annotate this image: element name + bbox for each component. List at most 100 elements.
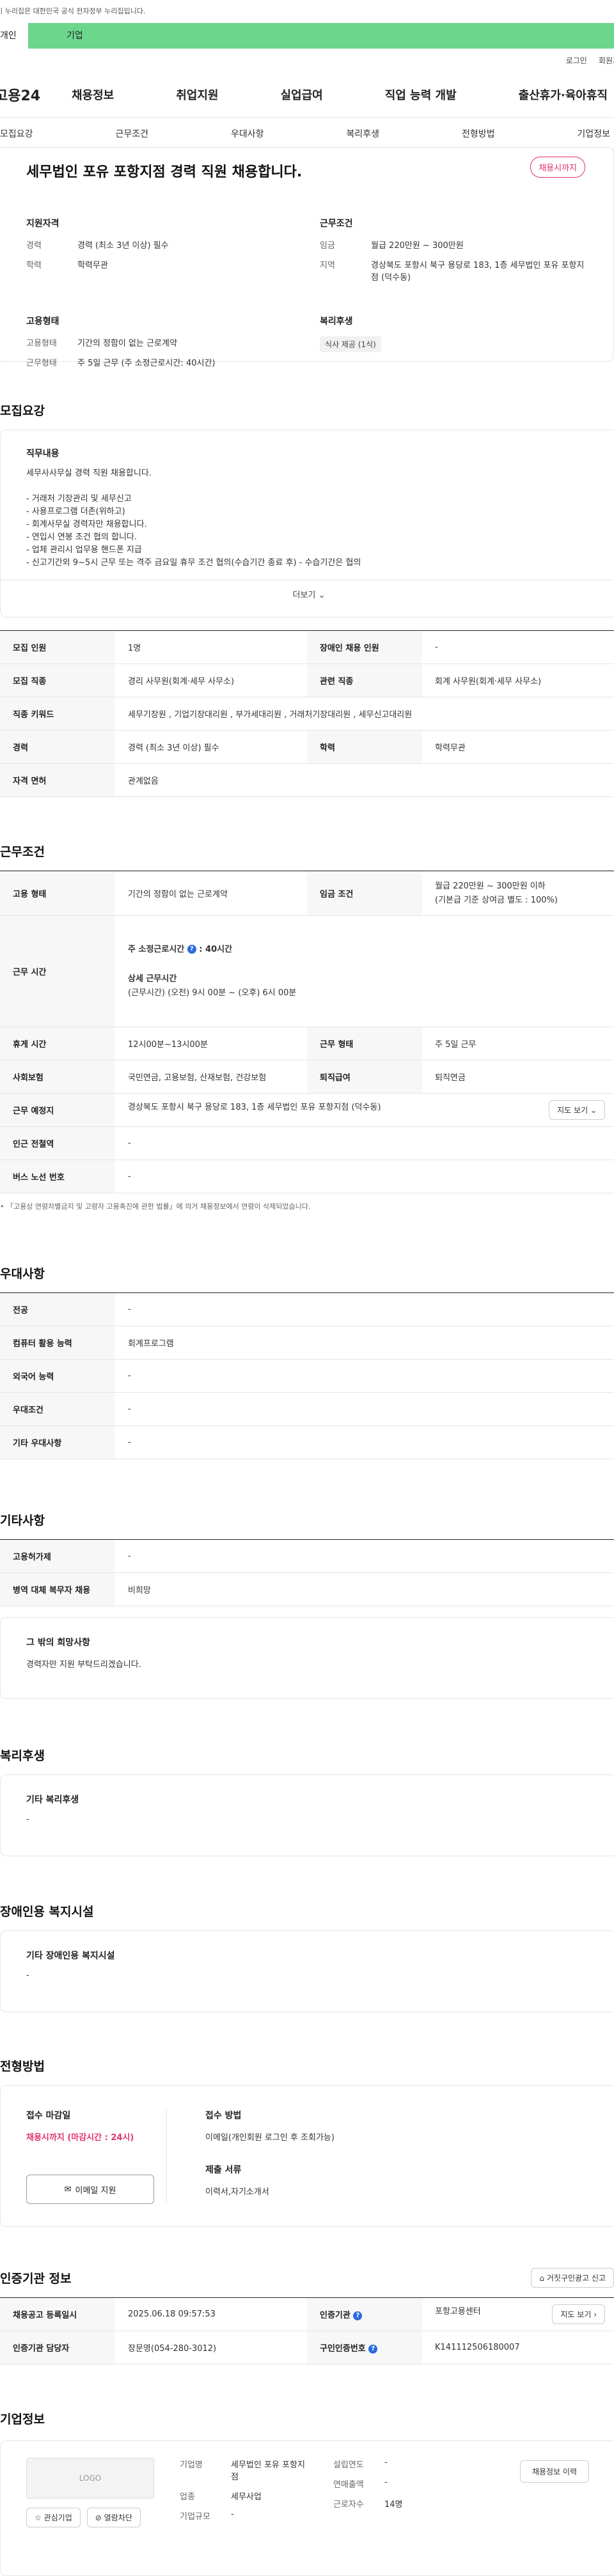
- gnb-item-employment-support[interactable]: 취업지원: [176, 86, 218, 103]
- row-value: 관계없음: [115, 763, 614, 797]
- history-button[interactable]: 채용정보 이력: [519, 2460, 589, 2483]
- info-icon[interactable]: ?: [187, 945, 196, 954]
- agency-key-cell: 인증기관 ?: [307, 2297, 422, 2331]
- pref-table: 전공 - 컴퓨터 활용 능력 회계프로그램 외국어 능력 - 우대조건 - 기타 우대사…: [0, 1292, 614, 1459]
- row-value: -: [115, 1539, 614, 1573]
- site-logo[interactable]: 고용24: [0, 84, 72, 105]
- tab-recruit[interactable]: 모집요강: [0, 127, 33, 140]
- row-value: 경력 (최소 3년 이상) 필수: [115, 730, 307, 764]
- row-value: 장문영(054-280-3012): [115, 2331, 307, 2364]
- agency-table: 채용공고 등록일시 2025.06.18 09:57:53 인증기관 ? 포항고용센터…: [0, 2297, 614, 2364]
- row-key: 채용공고 등록일시: [0, 2297, 115, 2331]
- wage-value: 월급 220만원 ~ 300만원: [371, 241, 464, 251]
- row-value: -: [384, 2458, 388, 2467]
- block-label: 열람차단: [104, 2513, 132, 2522]
- qualification-title: 지원자격: [26, 219, 59, 229]
- row-key: 인근 전철역: [0, 1126, 115, 1160]
- welfare-section-title: 복리후생: [0, 1749, 45, 1763]
- section-tabs: 모집요강 근무조건 우대사항 복리후생 전형방법 기업정보: [0, 118, 614, 150]
- gnb-item-unemployment[interactable]: 실업급여: [281, 86, 323, 103]
- duty-title: 직무내용: [26, 449, 59, 459]
- career-key: 경력: [26, 241, 42, 251]
- welfare-val: -: [26, 1815, 29, 1824]
- table-row: 근무 예정지 경상북도 포항시 북구 용당로 183, 1층 세무법인 포유 포항…: [0, 1093, 614, 1127]
- gnb-item-training[interactable]: 직업 능력 개발: [385, 86, 457, 103]
- tab-company[interactable]: 기업: [28, 23, 614, 49]
- map-button[interactable]: 지도 보기 ⌄: [549, 1100, 605, 1120]
- place-cell: 경상북도 포항시 북구 용당로 183, 1층 세무법인 포유 포항지점 (덕수…: [115, 1093, 614, 1127]
- favorite-button[interactable]: ☆ 관심기업: [26, 2508, 81, 2527]
- process-card: 접수 마감일 채용시까지 (마감시간 : 24시) ✉ 이메일 지원 접수 방법 …: [0, 2085, 614, 2227]
- row-value: 12시00분~13시00분: [115, 1027, 307, 1060]
- tab-company[interactable]: 기업정보: [577, 127, 610, 140]
- report-button[interactable]: ⌂ 거짓구인광고 신고: [531, 2268, 614, 2288]
- other-wish-title: 그 밖의 희망사항: [26, 1638, 90, 1648]
- agency-cell: 포항고용센터 지도 보기 ›: [422, 2297, 614, 2331]
- signup-link[interactable]: 회원가입: [599, 55, 614, 66]
- row-key: 관련 직종: [307, 663, 422, 697]
- info-icon[interactable]: ?: [368, 2344, 378, 2354]
- table-row: 경력 경력 (최소 3년 이상) 필수 학력 학력무관: [0, 730, 614, 764]
- method-value: 이메일(개인회원 로그인 후 조회가능): [205, 2133, 335, 2143]
- edu-value: 학력무관: [77, 261, 108, 270]
- hours-value-2: (근무시간) (오전) 9시 00분 ~ (오후) 6시 00분: [128, 988, 297, 998]
- deadline-title: 접수 마감일: [26, 2111, 71, 2121]
- duty-text: 세무사사무실 경력 직원 채용합니다. - 거래처 기장관리 및 세무신고 - …: [26, 469, 361, 568]
- recruit-table: 모집 인원 1명 장애인 채용 인원 - 모집 직종 경리 사무원(회계·세무 사무소)…: [0, 630, 614, 797]
- welfare-sub: 기타 복리후생: [26, 1795, 79, 1805]
- work-section-title: 근무조건: [0, 845, 45, 859]
- row-key: 인증기관: [320, 2311, 350, 2320]
- report-icon: ⌂: [539, 2274, 545, 2283]
- wage-key: 임금: [320, 241, 335, 251]
- util-bar: 로그인 회원가입: [0, 49, 614, 72]
- info-icon[interactable]: ?: [353, 2311, 363, 2320]
- email-apply-button[interactable]: ✉ 이메일 지원: [26, 2175, 154, 2204]
- company-card: LOGO ☆ 관심기업 ⊘ 열람차단 기업명 세무법인 포유 포항지점 업종 세무사…: [0, 2440, 614, 2576]
- more-button[interactable]: 더보기 ⌄: [1, 580, 614, 610]
- mail-icon: ✉: [64, 2184, 72, 2194]
- row-value: 14명: [384, 2500, 403, 2510]
- tab-welfare[interactable]: 복리후생: [346, 127, 379, 140]
- age-note: • 「고용상 연령차별금지 및 고령자 고용촉진에 관한 법률」에 의거 채용정…: [0, 1202, 311, 1211]
- wage-cell: 월급 220만원 ~ 300만원 이하 (기본급 기준 상여금 별도 : 100%…: [422, 871, 614, 916]
- row-key: 업종: [180, 2492, 195, 2502]
- table-row: 버스 노선 번호 -: [0, 1160, 614, 1193]
- agency-map-button[interactable]: 지도 보기 ›: [552, 2304, 605, 2324]
- star-icon: ☆: [35, 2513, 42, 2522]
- row-key: 구인인증번호: [320, 2344, 366, 2354]
- row-key: 전공: [0, 1292, 115, 1326]
- row-key: 연매출액: [333, 2480, 364, 2490]
- age-note-text: 「고용상 연령차별금지 및 고령자 고용촉진에 관한 법률」에 의거 채용정보에…: [6, 1202, 311, 1211]
- block-button[interactable]: ⊘ 열람차단: [86, 2508, 141, 2527]
- table-row: 인근 전철역 -: [0, 1126, 614, 1160]
- row-key: 설립연도: [333, 2460, 364, 2470]
- table-row: 병역 대체 복무자 채용 비희망: [0, 1572, 614, 1606]
- login-link[interactable]: 로그인: [566, 55, 587, 66]
- tab-pref[interactable]: 우대사항: [231, 127, 264, 140]
- other-wish-card: 그 밖의 희망사항 경력자만 지원 부탁드리겠습니다.: [0, 1617, 614, 1699]
- edu-key: 학력: [26, 261, 42, 270]
- table-row: 고용허가제 -: [0, 1539, 614, 1573]
- table-row: 인증기관 담당자 장문영(054-280-3012) 구인인증번호 ? K141112…: [0, 2331, 614, 2364]
- global-nav: 고용24 채용정보 취업지원 실업급여 직업 능력 개발 출산휴가·육아휴직: [0, 72, 614, 118]
- wage-line-2: (기본급 기준 상여금 별도 : 100%): [435, 895, 558, 905]
- table-row: 직종 키워드 세무기장원 , 기업기장대리원 , 부가세대리원 , 거래처기장대리…: [0, 697, 614, 731]
- table-row: 컴퓨터 활용 능력 회계프로그램: [0, 1326, 614, 1360]
- disabled-card: 기타 장애인용 복지시설 -: [0, 1930, 614, 2012]
- gnb-item-jobs[interactable]: 채용정보: [72, 86, 114, 103]
- row-key: 장애인 채용 인원: [307, 630, 422, 664]
- row-value: -: [115, 1425, 614, 1459]
- disabled-val: -: [26, 1971, 29, 1980]
- job-summary-card: 세무법인 포유 포항지점 경력 직원 채용합니다. 채용시까지 지원자격 경력 경…: [0, 147, 614, 368]
- gnb-item-leave[interactable]: 출산휴가·육아휴직: [519, 86, 608, 103]
- welfare-chip: 식사 제공 (1식): [320, 336, 381, 352]
- tab-work[interactable]: 근무조건: [115, 127, 148, 140]
- row-key: 퇴직급여: [307, 1060, 422, 1094]
- tab-personal[interactable]: 개인: [0, 23, 28, 49]
- table-row: 휴게 시간 12시00분~13시00분 근무 형태 주 5일 근무: [0, 1027, 614, 1060]
- row-value: -: [115, 1160, 614, 1193]
- emp-type-key: 고용형태: [26, 339, 57, 348]
- report-label: 거짓구인광고 신고: [546, 2274, 606, 2283]
- tab-process[interactable]: 전형방법: [462, 127, 495, 140]
- area-value: 경상북도 포항시 북구 용당로 183, 1층 세무법인 포유 포항지점 (덕수…: [371, 261, 585, 283]
